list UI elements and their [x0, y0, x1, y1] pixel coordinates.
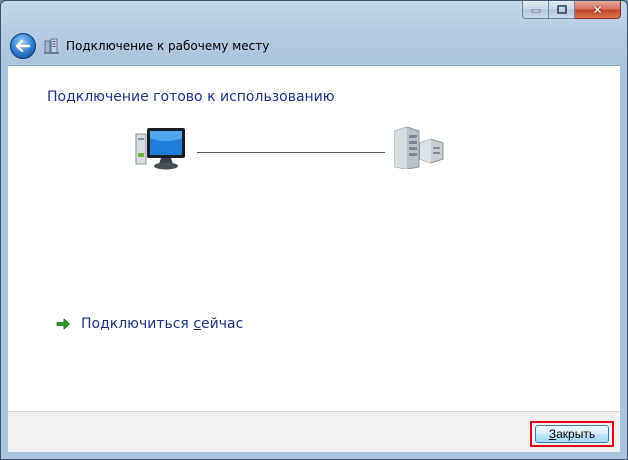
- wizard-window: ✕ Подключение к рабочему месту Подключен…: [0, 0, 628, 460]
- connection-line: [197, 152, 385, 153]
- button-bar: Закрыть: [8, 411, 620, 452]
- window-title: Подключение к рабочему месту: [66, 39, 270, 53]
- connect-label-mnemonic: с: [193, 316, 202, 332]
- green-arrow-icon: [56, 318, 70, 330]
- close-button[interactable]: Закрыть: [535, 425, 609, 443]
- close-icon: ✕: [592, 2, 603, 17]
- workplace-connection-icon: [44, 38, 59, 54]
- connect-now-link[interactable]: Подключиться сейчас: [55, 314, 243, 334]
- title-bar[interactable]: ✕ Подключение к рабочему месту: [1, 1, 627, 65]
- minimize-button[interactable]: [522, 1, 549, 19]
- close-button-label: акрыть: [556, 427, 596, 441]
- maximize-icon: [556, 5, 567, 14]
- content-area: Подключение готово к использованию Подкл…: [8, 65, 620, 412]
- connect-now-label: Подключиться сейчас: [81, 316, 243, 332]
- server-icon: [394, 126, 444, 169]
- connect-label-suffix: ейчас: [201, 316, 244, 332]
- window-close-button[interactable]: ✕: [575, 1, 621, 19]
- back-arrow-icon: [16, 40, 30, 52]
- close-button-highlight: Закрыть: [530, 421, 614, 447]
- connect-label-prefix: Подключиться: [81, 316, 194, 332]
- minimize-icon: [531, 9, 540, 12]
- close-button-mnemonic: З: [548, 427, 557, 441]
- computer-icon: [135, 128, 185, 170]
- page-heading: Подключение готово к использованию: [47, 89, 335, 105]
- caption-buttons: ✕: [522, 1, 621, 20]
- maximize-button[interactable]: [549, 1, 575, 19]
- back-button[interactable]: [10, 33, 36, 59]
